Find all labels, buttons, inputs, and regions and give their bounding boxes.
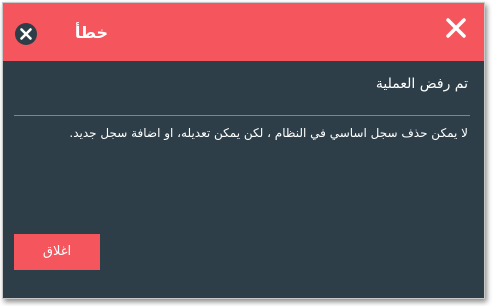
divider — [14, 115, 470, 116]
dialog-header: خطأ — [3, 3, 484, 61]
dialog-title: خطأ — [74, 23, 108, 42]
error-dialog: خطأ تم رفض العملية لا يمكن حذف سجل اساسي… — [2, 2, 485, 299]
close-x-icon[interactable] — [444, 16, 468, 40]
dialog-message: لا يمكن حذف سجل اساسي في النظام ، لكن يم… — [69, 126, 468, 140]
error-circle-icon — [14, 22, 38, 46]
close-button[interactable]: اغلاق — [14, 234, 100, 270]
dialog-subtitle: تم رفض العملية — [375, 76, 468, 92]
